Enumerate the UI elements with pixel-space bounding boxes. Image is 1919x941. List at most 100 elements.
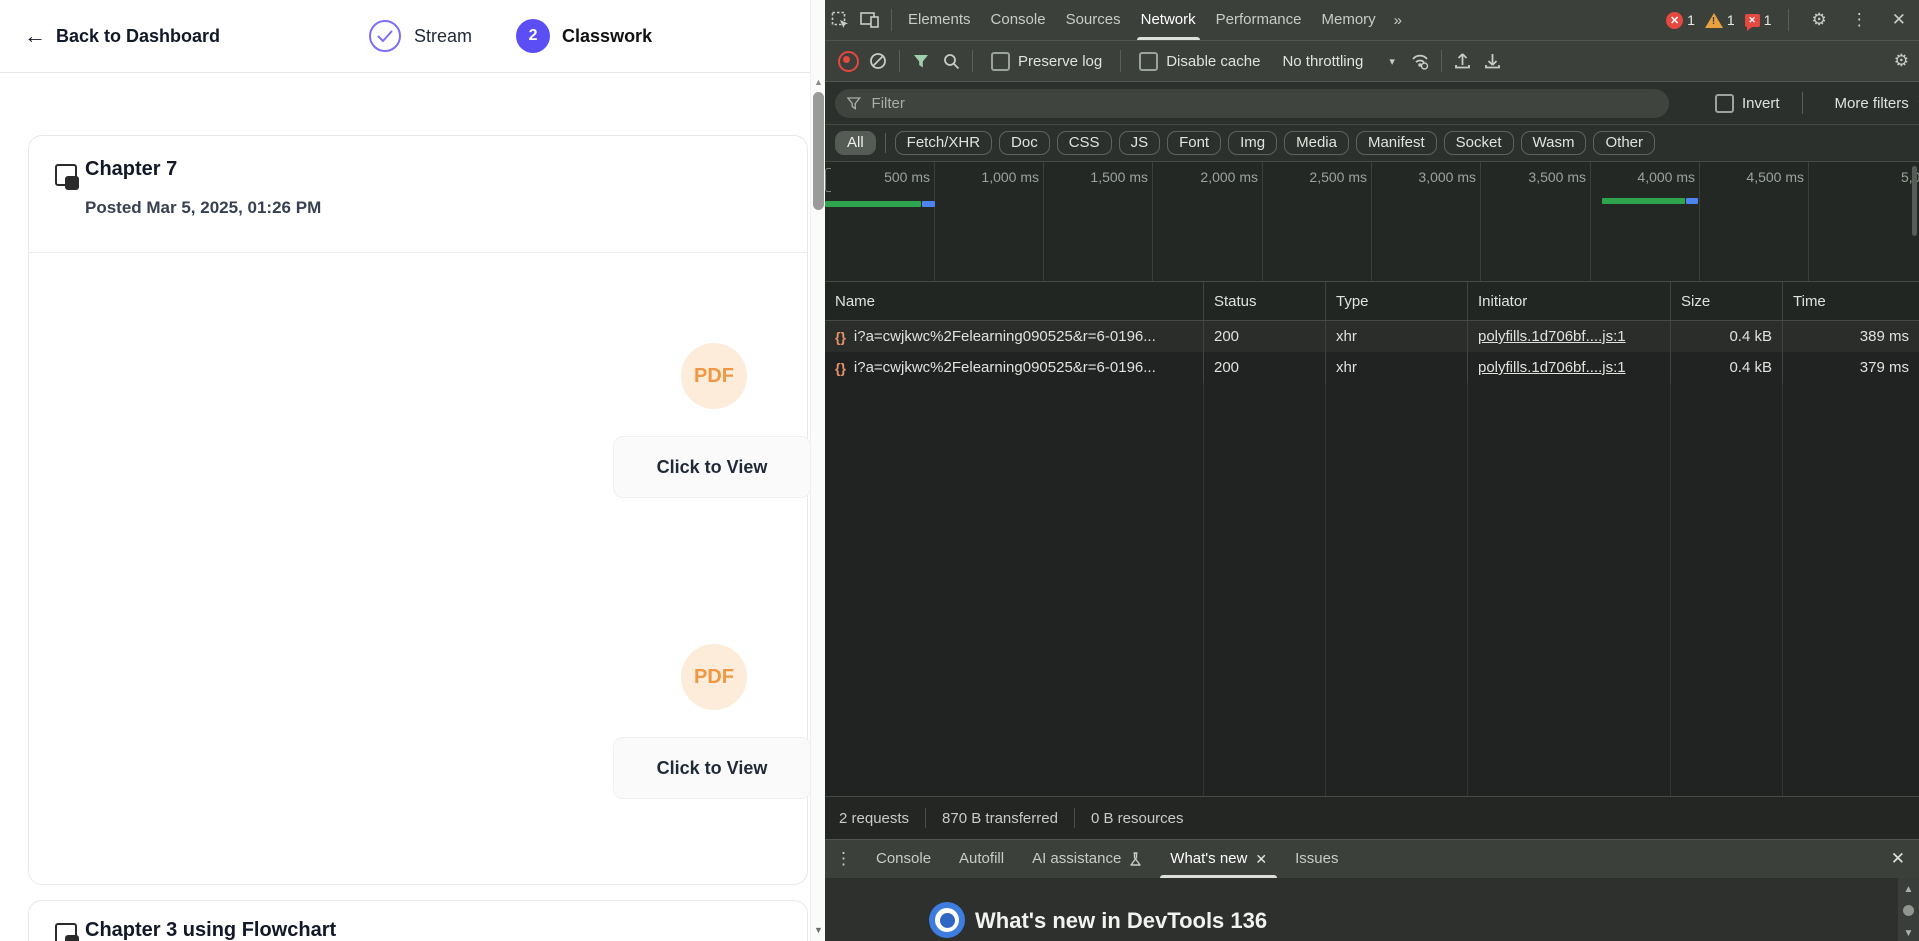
kebab-menu-icon[interactable]: ⋮ [1844, 10, 1875, 30]
device-toolbar-icon[interactable] [855, 5, 885, 35]
status-badges: ✕ 1 1 ✕ 1 ⚙ ⋮ ✕ [1666, 9, 1919, 31]
chip-font[interactable]: Font [1167, 131, 1221, 155]
overview-drag-handle[interactable] [825, 168, 831, 192]
filter-input-wrap[interactable] [835, 89, 1669, 118]
network-conditions-icon[interactable] [1405, 46, 1435, 76]
scrollbar-thumb[interactable] [1903, 905, 1914, 916]
drawer-tab-whats-new[interactable]: What's new ✕ [1156, 840, 1281, 878]
chip-fetch-xhr[interactable]: Fetch/XHR [895, 131, 992, 155]
scroll-up-icon[interactable]: ▲ [811, 74, 825, 90]
clear-network-log-icon[interactable] [863, 46, 893, 76]
invert-checkbox[interactable]: Invert [1715, 94, 1780, 113]
scroll-down-icon[interactable]: ▼ [1898, 928, 1919, 939]
column-header-type[interactable]: Type [1325, 282, 1467, 320]
tab-memory[interactable]: Memory [1312, 0, 1386, 40]
close-drawer-icon[interactable]: ✕ [1877, 849, 1919, 869]
click-to-view-button-2[interactable]: Click to View [613, 737, 811, 799]
chip-other[interactable]: Other [1593, 131, 1655, 155]
tab-network[interactable]: Network [1131, 0, 1206, 40]
scrollbar-thumb[interactable] [813, 92, 824, 210]
filter-input[interactable] [870, 94, 1657, 113]
tab-classwork[interactable]: 2 Classwork [516, 19, 652, 53]
warning-count: 1 [1727, 12, 1735, 28]
network-overview-timeline[interactable]: 500 ms 1,000 ms 1,500 ms 2,000 ms 2,500 … [825, 162, 1919, 282]
column-header-time[interactable]: Time [1782, 282, 1919, 320]
chapter-3-title: Chapter 3 using Flowchart [85, 919, 336, 941]
throttling-select[interactable]: No throttling ▾ [1282, 53, 1394, 70]
check-circle-icon [368, 19, 402, 53]
click-to-view-button-1[interactable]: Click to View [613, 436, 811, 498]
preserve-log-label: Preserve log [1018, 53, 1102, 70]
scroll-up-icon[interactable]: ▲ [1898, 884, 1919, 895]
initiator-link[interactable]: polyfills.1d706bf....js:1 [1478, 359, 1626, 376]
search-icon[interactable] [936, 46, 966, 76]
chapter-posted-date: Posted Mar 5, 2025, 01:26 PM [85, 198, 321, 218]
export-har-icon[interactable] [1478, 46, 1508, 76]
material-pages-icon [55, 923, 85, 941]
material-pages-icon [55, 164, 85, 196]
chip-media[interactable]: Media [1284, 131, 1349, 155]
preserve-log-checkbox[interactable]: Preserve log [991, 52, 1102, 71]
chapter-title: Chapter 7 [85, 158, 177, 181]
request-row-1[interactable]: {} i?a=cwjkwc%2Felearning090525&r=6-0196… [825, 321, 1919, 352]
chip-css[interactable]: CSS [1057, 131, 1112, 155]
tab-sources[interactable]: Sources [1056, 0, 1131, 40]
scroll-down-icon[interactable]: ▼ [811, 922, 825, 938]
separator [1074, 808, 1075, 828]
disable-cache-checkbox[interactable]: Disable cache [1139, 52, 1260, 71]
drawer-tab-issues[interactable]: Issues [1281, 840, 1352, 878]
inspect-element-icon[interactable] [825, 5, 855, 35]
drawer-tab-autofill[interactable]: Autofill [945, 840, 1018, 878]
warning-badge[interactable]: 1 [1705, 12, 1735, 28]
elearning-app: ← Back to Dashboard Stream 2 Classwork [0, 0, 825, 941]
request-row-2[interactable]: {} i?a=cwjkwc%2Felearning090525&r=6-0196… [825, 352, 1919, 383]
json-braces-icon: {} [835, 329, 846, 345]
settings-gear-icon[interactable]: ⚙ [1805, 10, 1834, 30]
close-tab-icon[interactable]: ✕ [1255, 840, 1267, 878]
drawer-scrollbar[interactable]: ▲ ▼ [1898, 878, 1919, 941]
chip-all[interactable]: All [835, 131, 876, 155]
waterfall-bar-1-tail [922, 201, 935, 207]
request-status-cell: 200 [1203, 321, 1325, 352]
more-filters-button[interactable]: More filters ▾ [1835, 95, 1919, 112]
column-header-size[interactable]: Size [1670, 282, 1782, 320]
issues-badge[interactable]: ✕ 1 [1745, 12, 1772, 28]
request-time-cell: 379 ms [1782, 352, 1919, 383]
tab-stream[interactable]: Stream [368, 19, 472, 53]
chip-img[interactable]: Img [1228, 131, 1277, 155]
separator [891, 9, 892, 31]
tab-performance[interactable]: Performance [1206, 0, 1312, 40]
column-header-name[interactable]: Name [825, 282, 1203, 320]
network-filter-row: Invert More filters ▾ [825, 82, 1919, 125]
drawer-tab-ai-assistance[interactable]: AI assistance [1018, 840, 1156, 878]
app-scrollbar[interactable]: ▲ ▼ [810, 0, 825, 941]
back-to-dashboard-label: Back to Dashboard [56, 26, 220, 47]
network-toolbar: Preserve log Disable cache No throttling… [825, 41, 1919, 82]
initiator-link[interactable]: polyfills.1d706bf....js:1 [1478, 328, 1626, 345]
chip-manifest[interactable]: Manifest [1356, 131, 1437, 155]
drawer-tab-console[interactable]: Console [862, 840, 945, 878]
column-header-status[interactable]: Status [1203, 282, 1325, 320]
chip-wasm[interactable]: Wasm [1521, 131, 1587, 155]
chip-js[interactable]: JS [1119, 131, 1161, 155]
tab-elements[interactable]: Elements [898, 0, 981, 40]
disable-cache-label: Disable cache [1166, 53, 1260, 70]
tab-console[interactable]: Console [981, 0, 1056, 40]
separator [1441, 50, 1442, 72]
import-har-icon[interactable] [1448, 46, 1478, 76]
column-header-initiator[interactable]: Initiator [1467, 282, 1670, 320]
chip-doc[interactable]: Doc [999, 131, 1050, 155]
record-network-log-icon[interactable] [833, 46, 863, 76]
more-tabs-icon[interactable]: » [1386, 12, 1410, 29]
timeline-scrollbar[interactable] [1912, 166, 1917, 236]
request-type-cell: xhr [1325, 321, 1467, 352]
drawer-kebab-menu-icon[interactable]: ⋮ [825, 849, 862, 869]
close-devtools-icon[interactable]: ✕ [1885, 10, 1913, 30]
card-divider [29, 252, 807, 253]
filter-funnel-icon[interactable] [906, 46, 936, 76]
chip-socket[interactable]: Socket [1444, 131, 1514, 155]
error-badge[interactable]: ✕ 1 [1666, 12, 1695, 29]
request-name-cell: {} i?a=cwjkwc%2Felearning090525&r=6-0196… [825, 352, 1203, 383]
network-settings-gear-icon[interactable]: ⚙ [1887, 51, 1919, 71]
back-to-dashboard-button[interactable]: ← Back to Dashboard [24, 25, 220, 47]
